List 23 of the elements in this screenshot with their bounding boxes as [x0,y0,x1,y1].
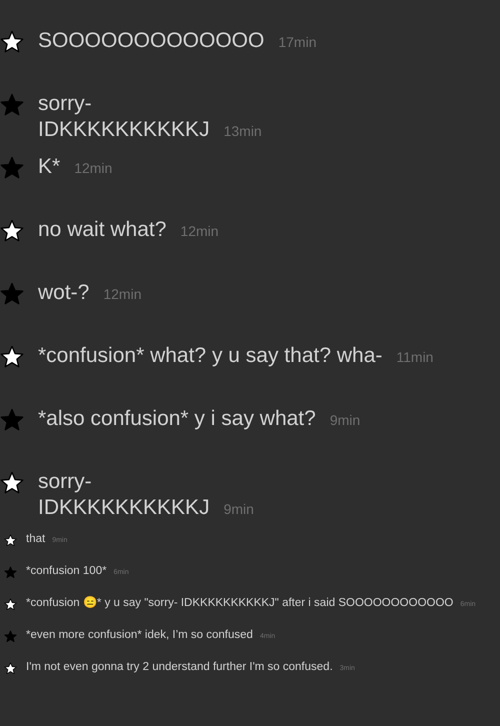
message-time: 12min [103,286,142,304]
message-time: 12min [74,160,112,178]
message-text: *even more confusion* idek, I’m so confused [26,628,253,642]
message-text: no wait what? [38,217,166,243]
message-time: 9min [224,501,254,519]
message-time: 13min [224,123,262,141]
message-text: *also confusion* y i say what? [38,406,316,432]
message-text: K* [38,154,60,180]
message-text: I'm not even gonna try 2 understand further I'm so confused. [26,660,333,674]
message-time: 11min [396,349,434,366]
message-text: SOOOOOOOOOOOOO [38,28,264,54]
message-text: sorry- [38,91,92,117]
message-text: IDKKKKKKKKKKJ [38,117,210,144]
message-text: sorry- [38,469,92,495]
message-time: 12min [180,223,219,240]
message-time: 9min [330,412,360,430]
message-text: wot-? [38,280,90,306]
message-text: *confusion* what? y u say that? wha- [38,343,382,369]
message-text: *confusion 😑* y u say "sorry- IDKKKKKKKKKKJ" after i said SOOOOOOOOOOOO [26,596,454,610]
message-text: IDKKKKKKKKKKJ [38,495,210,522]
message-text: that [26,532,46,546]
message-text: *confusion 100* [26,564,107,578]
message-time: 17min [278,34,316,52]
